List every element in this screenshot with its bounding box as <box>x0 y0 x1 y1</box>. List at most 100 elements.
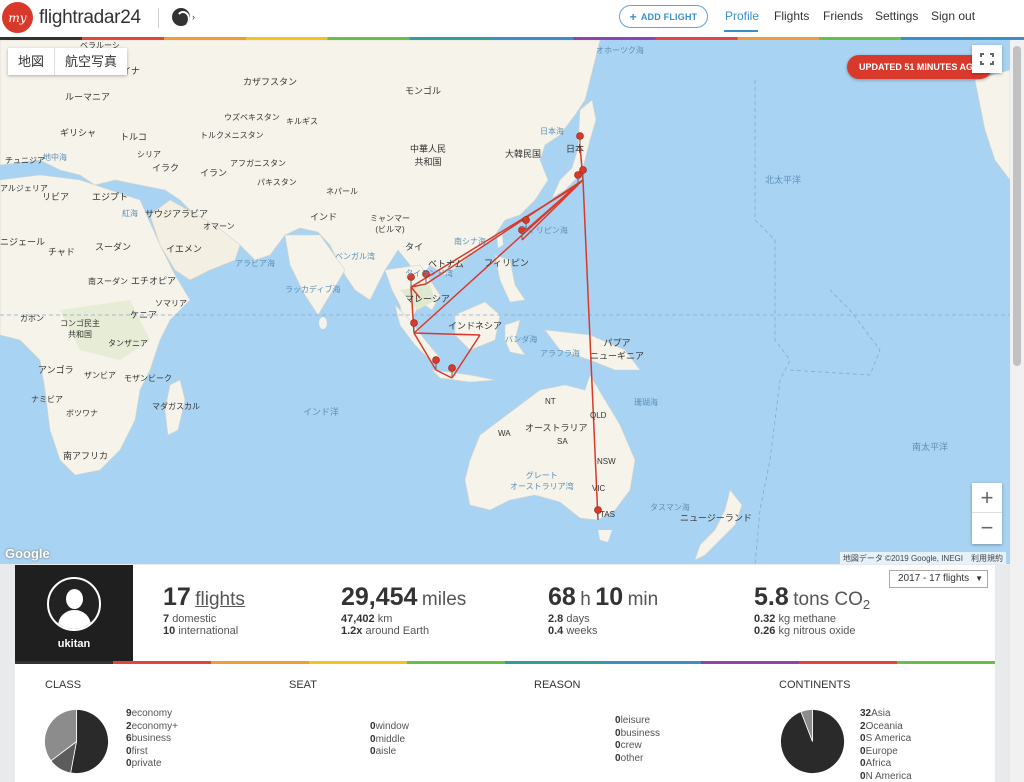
co2-subscript: 2 <box>862 597 871 613</box>
time-hours-unit: h <box>580 589 591 610</box>
logo-my-badge: my <box>2 2 33 33</box>
page-scrollbar[interactable] <box>1010 40 1024 782</box>
add-flight-label: ADD FLIGHT <box>640 11 698 22</box>
category-item: 0leisure <box>615 715 660 728</box>
category-label: first <box>131 745 148 757</box>
map-type-satellite-tab[interactable]: 航空写真 <box>55 48 127 75</box>
category-label: N America <box>865 770 912 782</box>
avatar[interactable] <box>47 577 101 631</box>
map-label: 南シナ海 <box>454 237 486 246</box>
nav-active-indicator <box>724 30 758 32</box>
map-label: 南スーダン <box>88 277 128 286</box>
add-flight-button[interactable]: + ADD FLIGHT <box>619 5 708 28</box>
sri-lanka-landmass <box>319 317 327 329</box>
app-switcher-button[interactable]: › <box>172 6 198 28</box>
map-label: エジプト <box>92 192 129 202</box>
header-divider <box>158 8 159 28</box>
map-label: トルクメニスタン <box>200 131 264 140</box>
map-label: グレート オーストラリア湾 <box>510 471 574 491</box>
year-select-value: 2017 - 17 flights <box>898 573 970 584</box>
map-label: オマーン <box>203 222 235 231</box>
map-attribution[interactable]: 地図データ ©2019 Google, INEGI 利用規約 <box>839 552 1006 564</box>
username: ukitan <box>57 638 91 650</box>
map-label: ミャンマー (ビルマ) <box>370 214 410 234</box>
map-label: ナミビア <box>31 395 63 404</box>
category-item: 0private <box>126 758 178 771</box>
map-label: パプア ニューギニア <box>590 338 645 361</box>
category-label: aisle <box>375 746 397 757</box>
map-label: インド洋 <box>303 407 340 417</box>
methane-label: kg methane <box>778 613 836 626</box>
map-label: アラビア海 <box>235 259 275 268</box>
category-label: economy <box>131 708 173 719</box>
category-item: 2Oceania <box>860 721 912 734</box>
map-label: マレーシア <box>405 294 450 304</box>
category-label: Africa <box>865 758 892 769</box>
domestic-label: domestic <box>172 613 217 625</box>
map-label: モンゴル <box>405 86 442 96</box>
category-item: 0crew <box>615 740 660 753</box>
time-weeks: 0.4 <box>548 625 564 637</box>
flight-map[interactable]: モンゴル カザフスタン 中華人民 共和国 インド 日本 大韓民国 フィリピン ベ… <box>0 40 1010 564</box>
time-weeks-label: weeks <box>566 625 598 637</box>
methane-value: 0.32 <box>754 613 776 626</box>
map-type-map-tab[interactable]: 地図 <box>8 48 56 75</box>
map-label: 紅海 <box>122 209 138 218</box>
map-label: ネパール <box>326 187 358 196</box>
category-item: 0S America <box>860 733 912 746</box>
nav-flights[interactable]: Flights <box>774 9 809 23</box>
international-count: 10 <box>163 625 176 637</box>
google-logo: Google <box>5 546 50 561</box>
earth-label: around Earth <box>365 625 430 637</box>
nav-profile[interactable]: Profile <box>725 9 759 23</box>
logo[interactable]: my flightradar24 <box>2 2 141 33</box>
map-label: チュニジア <box>5 156 45 165</box>
avatar-head <box>66 589 83 609</box>
map-label: イラン <box>200 168 228 178</box>
map-label: マダガスカル <box>152 402 200 411</box>
tasmania-landmass <box>598 530 612 542</box>
map-label: 南太平洋 <box>912 442 949 452</box>
category-label: Asia <box>871 708 891 719</box>
scrollbar-thumb[interactable] <box>1013 46 1021 366</box>
stats-panel: ukitan 17 flights 7 domestic 10 internat… <box>15 565 995 662</box>
map-label: エチオピア <box>131 276 177 286</box>
map-label: VIC <box>592 484 606 493</box>
avatar-body <box>58 610 91 629</box>
flights-count: 17 <box>163 583 191 611</box>
map-label: フィリピン <box>484 258 529 268</box>
fullscreen-button[interactable] <box>972 45 1002 73</box>
year-select[interactable]: 2017 - 17 flights ▼ <box>889 570 988 588</box>
map-label: 南アフリカ <box>63 451 109 461</box>
map-label: バンダ海 <box>505 335 538 344</box>
time-minutes-unit: min <box>627 589 659 610</box>
airport-pin-icon[interactable] <box>432 356 440 371</box>
nav-sign-out[interactable]: Sign out <box>931 9 975 23</box>
zoom-in-button[interactable]: + <box>972 483 1002 513</box>
nav-settings[interactable]: Settings <box>875 9 918 23</box>
category-item: 0window <box>370 721 409 734</box>
map-label: チャド <box>48 247 75 257</box>
category-label: middle <box>375 733 406 745</box>
map-label: TAS <box>600 510 615 519</box>
map-label: ザンビア <box>84 371 116 380</box>
flights-stat: 17 flights 7 domestic 10 international <box>163 583 245 637</box>
co2-value: 5.8 <box>754 583 789 611</box>
chevron-right-icon: › <box>192 12 195 22</box>
distance-km-label: km <box>377 613 393 625</box>
map-label: アラフラ海 <box>540 349 580 358</box>
map-label: インドネシア <box>448 321 503 331</box>
nav-friends[interactable]: Friends <box>823 9 863 23</box>
seat-list: 0window 0middle 0aisle <box>370 721 409 759</box>
time-days-label: days <box>566 613 590 625</box>
flights-link[interactable]: flights <box>195 589 245 610</box>
continents-pie-chart <box>780 709 845 774</box>
map-label: アフガニスタン <box>230 159 286 168</box>
category-item: 0middle <box>370 734 409 747</box>
distance-value: 29,454 <box>341 583 418 611</box>
map-label: 日本海 <box>540 127 564 136</box>
zoom-out-button[interactable]: − <box>972 513 1002 543</box>
category-label: leisure <box>620 715 651 726</box>
map-label: NSW <box>597 457 616 466</box>
category-item: 0Africa <box>860 758 912 771</box>
